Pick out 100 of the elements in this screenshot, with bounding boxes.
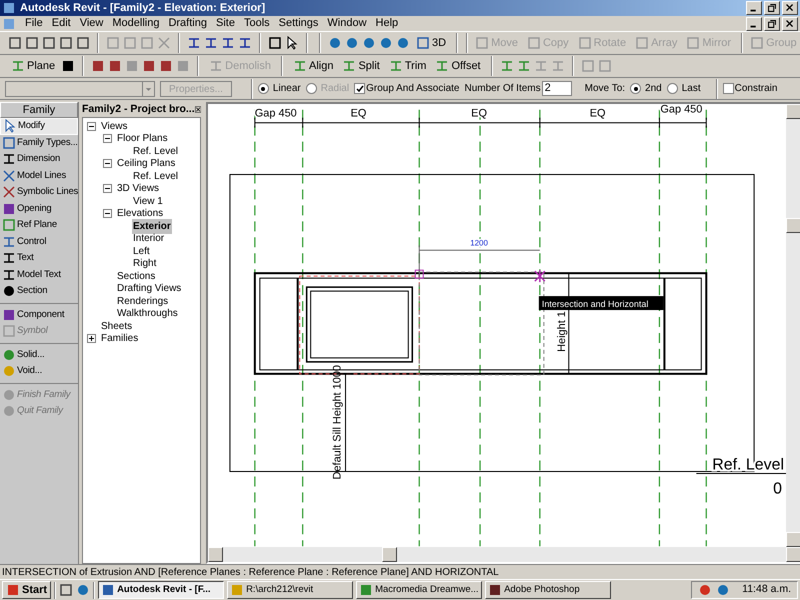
checkbox[interactable] — [354, 83, 366, 94]
menu-item[interactable]: Edit — [52, 15, 71, 32]
panel-item[interactable]: Section — [0, 283, 78, 300]
radio-label: Radial — [320, 82, 350, 96]
tree-item[interactable]: Walkthroughs — [116, 306, 179, 322]
menu-item[interactable]: Help — [376, 15, 398, 32]
menu-item[interactable]: View — [80, 15, 104, 32]
expand-icon[interactable] — [87, 334, 96, 344]
checkbox-label: Group And Associate — [366, 82, 460, 96]
taskbar-button[interactable]: Autodesk Revit - [F... — [98, 581, 224, 599]
restore-icon[interactable] — [764, 1, 780, 15]
vertical-scrollbar[interactable] — [786, 104, 800, 547]
panel-item[interactable]: Dimension — [0, 151, 78, 168]
cursor-icon — [3, 119, 17, 134]
app-icon — [101, 583, 116, 597]
panel-item[interactable]: Model Text — [0, 266, 78, 283]
dimension-label: Height 1 — [556, 311, 568, 352]
radio-label: Last — [682, 82, 701, 96]
panel-item[interactable]: Text — [0, 250, 78, 266]
taskbar-button[interactable]: R:\arch212\revit — [227, 581, 354, 599]
toolbar-button[interactable]: 3D — [413, 34, 450, 52]
panel-item[interactable]: Ref Plane — [0, 217, 78, 234]
radio-button[interactable] — [630, 83, 642, 94]
tree-item[interactable]: Floor Plans — [116, 131, 169, 146]
panel-item[interactable]: Modify — [0, 118, 78, 134]
radio-label: Linear — [272, 82, 301, 96]
collapse-icon[interactable] — [103, 134, 112, 144]
input-field[interactable]: 2 — [542, 81, 572, 96]
tree-item[interactable]: Renderings — [116, 294, 170, 309]
toolbar-button[interactable]: Offset — [432, 58, 484, 74]
panel-item[interactable]: Component — [0, 306, 78, 323]
panel-item[interactable]: Family Types... — [0, 134, 78, 151]
app-icon — [2, 1, 16, 15]
toolbar-button[interactable]: Trim — [386, 58, 430, 74]
field-label: Move To: — [584, 82, 626, 96]
restore-icon[interactable] — [764, 16, 780, 30]
taskbar-button[interactable]: Macromedia Dreamwe... — [356, 581, 482, 599]
menu-item[interactable]: Drafting — [168, 15, 207, 32]
start-button[interactable]: Start — [2, 581, 52, 599]
radio-label: 2nd — [645, 82, 662, 96]
panel-item[interactable]: Model Lines — [0, 168, 78, 184]
minimize-icon[interactable] — [746, 16, 762, 30]
tree-item[interactable]: Drafting Views — [116, 281, 182, 296]
checkbox-label: Constrain — [734, 82, 778, 96]
menu-item[interactable]: Window — [327, 15, 367, 32]
tree-item[interactable]: 3D Views — [116, 181, 160, 196]
tree-item[interactable]: Exterior — [132, 218, 172, 234]
tooltip: Intersection and Horizontal — [538, 296, 664, 310]
tree-item[interactable]: Elevations — [116, 206, 164, 222]
close-icon[interactable] — [194, 105, 201, 114]
tree-item[interactable]: Interior — [132, 231, 166, 246]
menu-item[interactable]: Tools — [244, 15, 270, 32]
tree-item[interactable]: Sections — [116, 268, 156, 284]
panel-item[interactable]: Symbolic Lines — [0, 184, 78, 200]
clock: 11:48 a.m. — [742, 582, 791, 598]
panel-item[interactable]: Control — [0, 234, 78, 250]
panel-item[interactable]: Void... — [0, 363, 78, 380]
checkmark-icon — [356, 84, 364, 92]
toolbar-button[interactable]: Split — [339, 58, 383, 74]
panel-item[interactable]: Solid... — [0, 346, 78, 363]
tree-item[interactable]: Sheets — [100, 318, 134, 334]
tree-item[interactable]: Views — [100, 118, 128, 134]
toolbar-button[interactable]: Plane — [8, 58, 58, 74]
tree-item[interactable]: Families — [100, 331, 140, 346]
collapse-icon[interactable] — [87, 122, 96, 131]
tree-item[interactable]: Ceiling Plans — [116, 156, 176, 172]
tree-item[interactable]: View 1 — [132, 194, 164, 209]
toolbar-button[interactable]: Align — [290, 58, 336, 74]
menu-item[interactable]: File — [25, 15, 43, 32]
collapse-icon[interactable] — [103, 209, 112, 218]
dot-icon — [2, 404, 16, 418]
dimension-label: EQ — [590, 108, 606, 120]
taskbar-button[interactable]: Adobe Photoshop — [485, 581, 612, 599]
type-dropdown[interactable] — [5, 80, 155, 96]
checkbox[interactable] — [722, 83, 734, 94]
panel-item[interactable]: Opening — [0, 200, 78, 217]
tree-item[interactable]: Ref. Level — [132, 168, 180, 184]
minimize-icon[interactable] — [746, 1, 762, 15]
status-text: INTERSECTION of Extrusion AND [Reference Planes : Reference Plane : Reference Plane] AND HORIZONTAL — [1, 566, 500, 580]
tree-item[interactable]: Left — [132, 244, 151, 259]
snap-cross-icon — [534, 269, 546, 283]
panel-title: Family — [0, 102, 78, 118]
collapse-icon[interactable] — [103, 184, 112, 194]
snap-square-icon — [414, 270, 424, 279]
menu-item[interactable]: Settings — [278, 15, 318, 32]
dimension-label: EQ — [350, 108, 366, 120]
panel-title: Family2 - Project bro... — [82, 102, 195, 117]
radio-button[interactable] — [666, 83, 678, 94]
delete-icon — [157, 36, 171, 50]
menu-item[interactable]: Site — [216, 15, 235, 32]
collapse-icon[interactable] — [103, 159, 112, 168]
app-icon — [2, 16, 16, 30]
radio-button[interactable] — [258, 83, 269, 94]
menu-item[interactable]: Modelling — [112, 15, 160, 32]
app-icon — [488, 583, 502, 597]
app-icon — [359, 583, 374, 597]
tree-item[interactable]: Ref. Level — [132, 144, 180, 159]
tree-item[interactable]: Right — [132, 256, 158, 272]
window-title: Autodesk Revit - [Family2 - Elevation: Exterior] — [20, 0, 266, 16]
horizontal-scrollbar[interactable] — [208, 547, 800, 562]
